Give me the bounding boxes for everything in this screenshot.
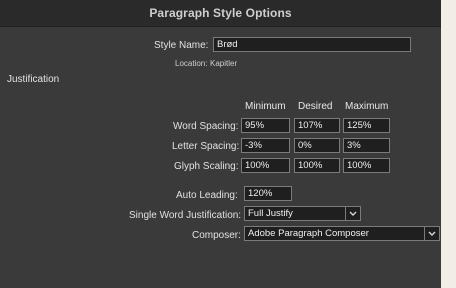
paragraph-style-options-dialog: Paragraph Style Options Style Name: Brød… [0, 0, 441, 288]
justification-section-label: Justification [7, 74, 60, 85]
single-word-justification-label: Single Word Justification: [129, 210, 242, 221]
word-spacing-minimum-field[interactable]: 95% [241, 118, 290, 133]
auto-leading-field[interactable]: 120% [244, 186, 292, 201]
minimum-column-header: Minimum [245, 101, 286, 112]
glyph-scaling-desired-field[interactable]: 100% [294, 158, 340, 173]
style-name-field[interactable]: Brød [213, 37, 411, 52]
single-word-justification-value: Full Justify [248, 208, 293, 219]
word-spacing-label: Word Spacing: [173, 121, 239, 132]
single-word-justification-dropdown[interactable]: Full Justify [244, 206, 361, 221]
location-label: Location: [175, 59, 208, 68]
glyph-scaling-label: Glyph Scaling: [174, 161, 239, 172]
maximum-column-header: Maximum [345, 101, 389, 112]
letter-spacing-maximum-field[interactable]: 3% [343, 138, 390, 153]
auto-leading-label: Auto Leading: [176, 190, 238, 201]
glyph-scaling-maximum-field[interactable]: 100% [343, 158, 390, 173]
letter-spacing-label: Letter Spacing: [172, 141, 240, 152]
chevron-down-icon [345, 207, 360, 220]
dialog-title: Paragraph Style Options [149, 6, 292, 20]
glyph-scaling-minimum-field[interactable]: 100% [241, 158, 290, 173]
style-name-label: Style Name: [154, 40, 209, 51]
location-value: Kapitler [210, 59, 238, 68]
letter-spacing-desired-field[interactable]: 0% [294, 138, 340, 153]
composer-dropdown[interactable]: Adobe Paragraph Composer [244, 226, 440, 241]
letter-spacing-minimum-field[interactable]: -3% [241, 138, 290, 153]
word-spacing-maximum-field[interactable]: 125% [343, 118, 390, 133]
word-spacing-desired-field[interactable]: 107% [294, 118, 340, 133]
composer-value: Adobe Paragraph Composer [248, 228, 369, 239]
chevron-down-icon [424, 227, 439, 240]
desired-column-header: Desired [298, 101, 333, 112]
composer-label: Composer: [192, 230, 241, 241]
dialog-titlebar: Paragraph Style Options [0, 0, 441, 27]
